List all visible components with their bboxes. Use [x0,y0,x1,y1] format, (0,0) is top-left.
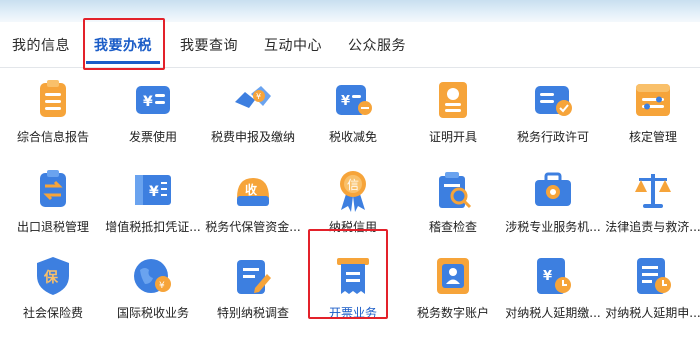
service-item-label: 法律追责与救济... [605,220,700,234]
service-item-label: 税务代保管资金... [205,220,301,234]
service-item-label: 税务数字账户 [416,306,489,320]
tax-payment-icon: ¥ [231,78,275,122]
service-item-label: 纳税信用 [328,220,377,234]
top-banner-strip [0,0,700,22]
professional-service-icon [531,168,575,212]
svg-text:收: 收 [245,182,257,197]
tax-reduction-icon: ¥ [331,78,375,122]
svg-text:¥: ¥ [543,269,552,284]
inspection-icon [431,168,475,212]
service-item-label: 税费申报及缴纳 [210,130,295,144]
service-item-label: 特别纳税调查 [216,306,289,320]
assessment-icon [631,78,675,122]
service-item-special-investigation[interactable]: 特别纳税调查 [203,244,303,330]
law-scale-icon [631,168,675,212]
service-item-admin-permit[interactable]: 税务行政许可 [503,68,603,154]
service-item-label: 出口退税管理 [16,220,89,234]
globe-icon: ¥ [131,254,175,298]
service-item-social-insurance[interactable]: 保 社会保险费 [3,244,103,330]
service-item-digital-account[interactable]: 税务数字账户 [403,244,503,330]
invoicing-icon [331,254,375,298]
service-item-label: 综合信息报告 [16,130,89,144]
deferred-payment-icon: ¥ [531,254,575,298]
active-tab-underline [86,61,160,64]
service-item-label: 国际税收业务 [116,306,189,320]
export-refund-icon [31,168,75,212]
service-item-certificate[interactable]: 证明开具 [403,68,503,154]
special-investigation-icon [231,254,275,298]
tab-public-service[interactable]: 公众服务 [348,35,406,55]
service-item-label: 对纳税人延期缴... [505,306,601,320]
service-item-label: 证明开具 [428,130,477,144]
service-item-credit[interactable]: 信 纳税信用 [303,158,403,244]
service-item-inspection[interactable]: 稽查检查 [403,158,503,244]
tab-tax-handling[interactable]: 我要办税 [94,35,152,55]
tab-my-info[interactable]: 我的信息 [12,35,70,55]
service-item-label: 社会保险费 [22,306,83,320]
service-item-law-scale[interactable]: 法律追责与救济... [603,158,700,244]
custody-fund-icon: 收 [231,168,275,212]
admin-permit-icon [531,78,575,122]
service-item-tax-payment[interactable]: ¥ 税费申报及缴纳 [203,68,303,154]
service-item-label: 开票业务 [328,306,377,320]
credit-icon: 信 [331,168,375,212]
service-item-label: 对纳税人延期申... [605,306,700,320]
service-item-label: 增值税抵扣凭证... [105,220,201,234]
svg-text:信: 信 [347,178,359,192]
tab-interaction-center[interactable]: 互动中心 [264,35,322,55]
service-item-label: 税务行政许可 [516,130,589,144]
service-item-international-tax[interactable]: ¥ 国际税收业务 [103,244,203,330]
report-icon [31,78,75,122]
service-item-invoicing[interactable]: 开票业务 [303,244,403,330]
svg-text:¥: ¥ [159,281,165,291]
svg-text:¥: ¥ [143,94,153,110]
digital-account-icon [431,254,475,298]
service-grid: 综合信息报告 ¥ 发票使用 ¥ 税费申报及缴纳 ¥ 税收减免 证明开具 税务行政… [0,68,700,338]
service-item-label: 税收减免 [328,130,377,144]
service-item-label: 涉税专业服务机... [505,220,601,234]
service-item-label: 稽查检查 [428,220,477,234]
svg-text:保: 保 [43,269,59,286]
svg-text:¥: ¥ [341,94,350,109]
certificate-icon [431,78,475,122]
service-item-export-refund[interactable]: 出口退税管理 [3,158,103,244]
deferred-filing-icon [631,254,675,298]
invoice-icon: ¥ [131,78,175,122]
service-item-comprehensive-report[interactable]: 综合信息报告 [3,68,103,154]
social-insurance-icon: 保 [31,254,75,298]
service-item-label: 发票使用 [128,130,177,144]
service-item-custody-fund[interactable]: 收 税务代保管资金... [203,158,303,244]
tab-query[interactable]: 我要查询 [180,35,238,55]
service-item-assessment[interactable]: 核定管理 [603,68,700,154]
svg-text:¥: ¥ [256,92,261,101]
service-item-professional-service[interactable]: 涉税专业服务机... [503,158,603,244]
vat-voucher-icon: ¥ [131,168,175,212]
service-item-deferred-payment[interactable]: ¥ 对纳税人延期缴... [503,244,603,330]
service-item-invoice-use[interactable]: ¥ 发票使用 [103,68,203,154]
service-item-vat-voucher[interactable]: ¥ 增值税抵扣凭证... [103,158,203,244]
service-item-tax-reduction[interactable]: ¥ 税收减免 [303,68,403,154]
service-item-deferred-filing[interactable]: 对纳税人延期申... [603,244,700,330]
svg-text:¥: ¥ [149,184,159,200]
service-item-label: 核定管理 [628,130,677,144]
